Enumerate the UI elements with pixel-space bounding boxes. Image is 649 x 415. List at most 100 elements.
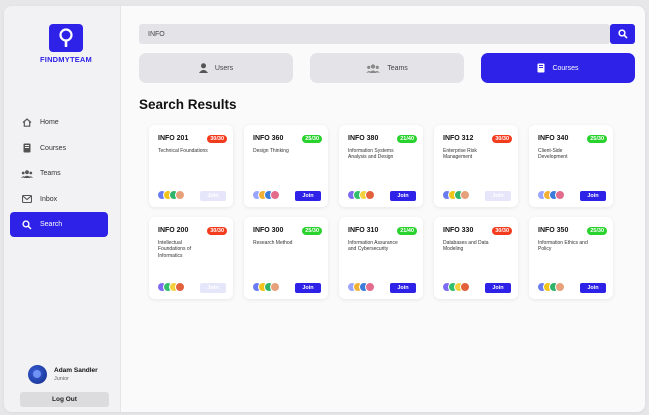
- capacity-badge: 21/40: [397, 227, 417, 235]
- search-button[interactable]: [610, 24, 635, 44]
- course-code: INFO 300: [253, 227, 284, 234]
- sidebar-item-teams[interactable]: Teams: [10, 161, 108, 186]
- avatar: [270, 190, 280, 200]
- member-avatars: [537, 282, 565, 292]
- capacity-badge: 30/30: [207, 135, 227, 143]
- avatar: [175, 282, 185, 292]
- course-card[interactable]: INFO 310 21/40 Information Assurance and C…: [339, 217, 423, 299]
- sidebar-item-label: Inbox: [40, 195, 58, 203]
- app-window: FINDMYTEAM Home Courses Teams Inbox Sear…: [4, 6, 645, 412]
- logout-button[interactable]: Log Out: [20, 392, 109, 407]
- sidebar-item-home[interactable]: Home: [10, 110, 108, 135]
- avatar: [365, 190, 375, 200]
- course-card[interactable]: INFO 340 25/30 Client-Side Development Join: [529, 125, 613, 207]
- book-icon: [21, 142, 33, 154]
- user-role: Junior: [54, 376, 69, 382]
- tab-label: Courses: [552, 64, 579, 72]
- tab-teams[interactable]: Teams: [310, 53, 464, 83]
- capacity-badge: 25/30: [302, 135, 322, 143]
- sidebar-nav: Home Courses Teams Inbox Search: [10, 110, 108, 238]
- capacity-badge: 30/30: [492, 135, 512, 143]
- mail-icon: [21, 193, 33, 205]
- magnifier-logo-icon: [49, 24, 83, 52]
- member-avatars: [157, 190, 185, 200]
- avatar: [555, 190, 565, 200]
- course-card[interactable]: INFO 200 30/30 Intellectual Foundations of…: [149, 217, 233, 299]
- search-input[interactable]: INFO: [139, 24, 610, 44]
- course-card[interactable]: INFO 380 21/40 Information Systems Analysi…: [339, 125, 423, 207]
- course-card[interactable]: INFO 312 30/30 Enterprise Risk Management J…: [434, 125, 518, 207]
- results-title: Search Results: [139, 97, 237, 112]
- join-button[interactable]: Join: [485, 191, 511, 201]
- course-card[interactable]: INFO 350 25/30 Information Ethics and Poli…: [529, 217, 613, 299]
- course-card[interactable]: INFO 360 25/30 Design Thinking Join: [244, 125, 328, 207]
- member-avatars: [252, 282, 280, 292]
- join-button[interactable]: Join: [295, 191, 321, 201]
- course-code: INFO 350: [538, 227, 569, 234]
- member-avatars: [442, 190, 470, 200]
- avatar: [365, 282, 375, 292]
- sidebar-item-label: Teams: [40, 170, 61, 177]
- sidebar-item-search[interactable]: Search: [10, 212, 108, 237]
- sidebar-item-label: Home: [40, 119, 59, 126]
- sidebar-item-label: Search: [40, 221, 63, 228]
- sidebar-item-inbox[interactable]: Inbox: [10, 187, 108, 212]
- member-avatars: [157, 282, 185, 292]
- book-icon: [537, 63, 545, 73]
- join-button[interactable]: Join: [390, 191, 416, 201]
- course-code: INFO 330: [443, 227, 474, 234]
- course-title: Information Systems Analysis and Design: [348, 148, 394, 161]
- join-button[interactable]: Join: [485, 283, 511, 293]
- capacity-badge: 30/30: [492, 227, 512, 235]
- tab-users[interactable]: Users: [139, 53, 293, 83]
- course-code: INFO 310: [348, 227, 379, 234]
- course-title: Technical Foundations: [158, 148, 208, 154]
- course-code: INFO 340: [538, 135, 569, 142]
- course-card[interactable]: INFO 300 25/30 Research Method Join: [244, 217, 328, 299]
- capacity-badge: 21/40: [397, 135, 417, 143]
- sidebar: FINDMYTEAM Home Courses Teams Inbox Sear…: [4, 6, 121, 412]
- capacity-badge: 30/30: [207, 227, 227, 235]
- join-button[interactable]: Join: [580, 191, 606, 201]
- tab-label: Teams: [387, 64, 408, 72]
- course-title: Design Thinking: [253, 148, 289, 154]
- user-icon: [198, 63, 208, 73]
- join-button[interactable]: Join: [580, 283, 606, 293]
- logo[interactable]: FINDMYTEAM: [40, 24, 92, 64]
- capacity-badge: 25/30: [302, 227, 322, 235]
- member-avatars: [537, 190, 565, 200]
- course-code: INFO 312: [443, 135, 474, 142]
- sidebar-item-courses[interactable]: Courses: [10, 136, 108, 161]
- avatar: [28, 365, 47, 384]
- brand-name: FINDMYTEAM: [40, 55, 92, 64]
- tab-courses[interactable]: Courses: [481, 53, 635, 83]
- join-button[interactable]: Join: [200, 283, 226, 293]
- member-avatars: [442, 282, 470, 292]
- course-title: Research Method: [253, 240, 293, 246]
- tab-label: Users: [214, 64, 234, 72]
- join-button[interactable]: Join: [295, 283, 321, 293]
- group-icon: [21, 168, 33, 180]
- join-button[interactable]: Join: [390, 283, 416, 293]
- course-code: INFO 200: [158, 227, 189, 234]
- join-button[interactable]: Join: [200, 191, 226, 201]
- search-icon: [21, 219, 33, 231]
- course-title: Client-Side Development: [538, 148, 568, 161]
- capacity-badge: 25/30: [587, 227, 607, 235]
- avatar: [555, 282, 565, 292]
- course-code: INFO 360: [253, 135, 284, 142]
- course-code: INFO 201: [158, 135, 189, 142]
- member-avatars: [347, 190, 375, 200]
- member-avatars: [252, 190, 280, 200]
- course-card[interactable]: INFO 330 30/30 Databases and Data Modeling…: [434, 217, 518, 299]
- course-title: Information Ethics and Policy: [538, 240, 588, 253]
- member-avatars: [347, 282, 375, 292]
- user-name: Adam Sandler: [54, 367, 98, 374]
- avatar: [460, 190, 470, 200]
- user-profile[interactable]: Adam Sandler Junior: [28, 365, 98, 384]
- course-card[interactable]: INFO 201 30/30 Technical Foundations Join: [149, 125, 233, 207]
- course-title: Enterprise Risk Management: [443, 148, 477, 161]
- search-icon: [617, 29, 628, 39]
- sidebar-item-label: Courses: [40, 144, 67, 152]
- avatar: [460, 282, 470, 292]
